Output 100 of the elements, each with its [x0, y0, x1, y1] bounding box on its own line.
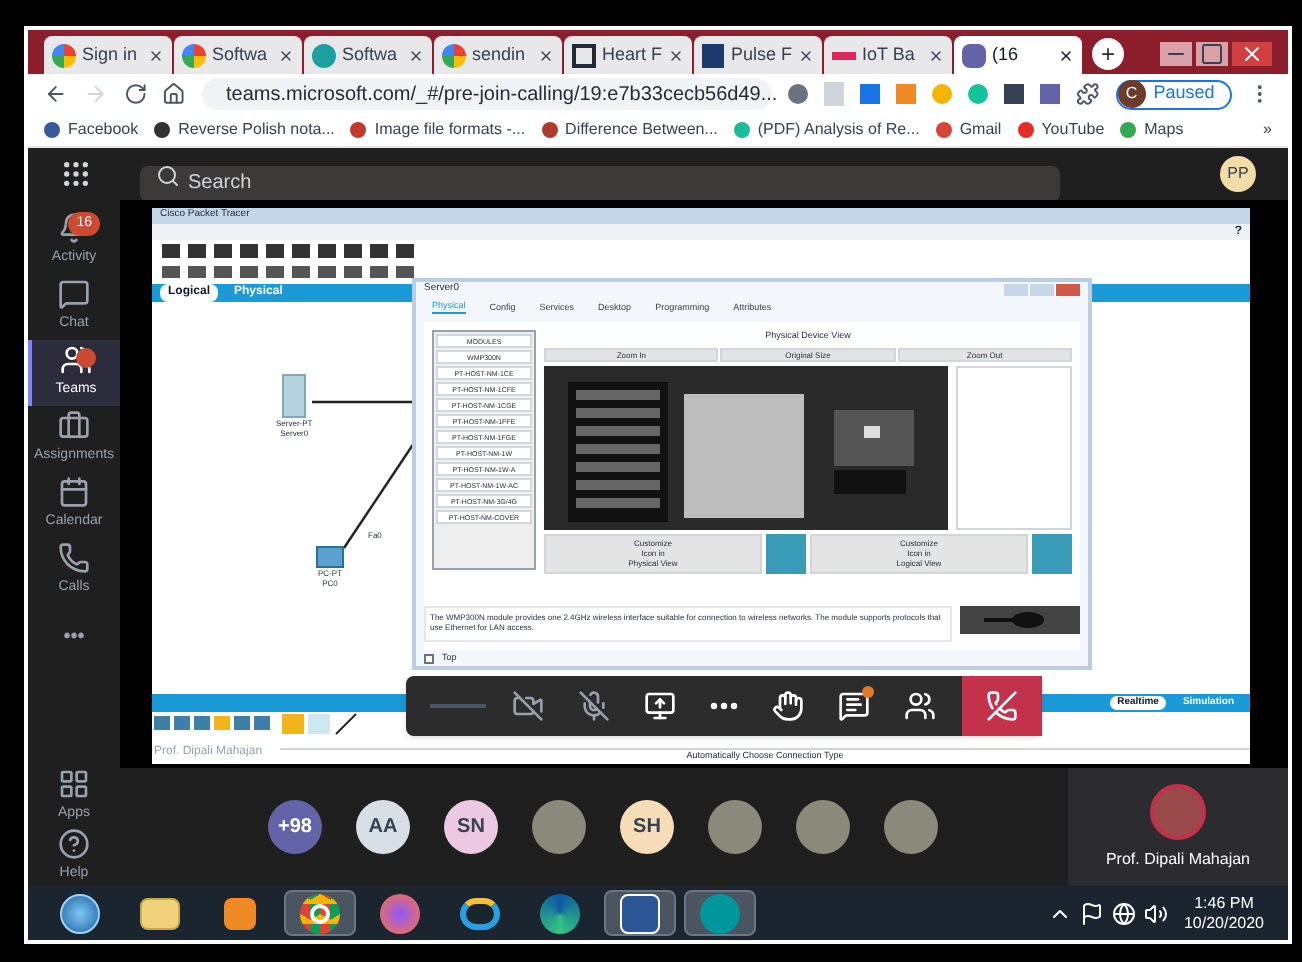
- calendar-icon: [58, 476, 90, 509]
- bookmark-link[interactable]: Difference Between...: [541, 118, 718, 142]
- new-tab-button[interactable]: +: [1092, 38, 1124, 70]
- search-icon: [156, 164, 180, 188]
- tab-title: Heart F: [601, 41, 662, 68]
- bookmark-link[interactable]: Reverse Polish nota...: [154, 118, 335, 142]
- participant-avatar[interactable]: SH: [620, 800, 674, 854]
- rail-item[interactable]: •••: [28, 604, 120, 670]
- pulse-icon: [832, 51, 856, 59]
- participant-avatar[interactable]: SN: [444, 800, 498, 854]
- document-icon: [620, 893, 660, 933]
- close-icon: [1232, 42, 1272, 66]
- icon-preview: [1032, 533, 1072, 574]
- hand-icon: [772, 690, 804, 722]
- frame-icon: [572, 43, 596, 67]
- tab-title: Softwa: [342, 41, 400, 68]
- profile-status: Paused: [1153, 80, 1215, 107]
- participant-photo-placeholder[interactable]: [532, 800, 586, 854]
- more-icon: [710, 702, 738, 710]
- app-launcher-icon: [60, 158, 92, 190]
- apps-icon: [58, 767, 90, 800]
- clock-date: 10/20/2020: [1183, 913, 1264, 933]
- checkbox[interactable]: [424, 653, 434, 663]
- browser-tab[interactable]: sendin: [434, 36, 562, 74]
- folder-icon: [140, 897, 180, 929]
- logo-icon: [702, 43, 725, 67]
- network-icon: [1111, 901, 1136, 925]
- phone-icon: [986, 690, 1018, 722]
- camera-off-icon: [512, 690, 544, 722]
- maximize-icon: [1196, 42, 1228, 66]
- profile-avatar: C: [1117, 80, 1146, 108]
- module-drawing: [960, 606, 1080, 634]
- taskbar-app[interactable]: [604, 890, 676, 936]
- participant-avatar[interactable]: AA: [356, 800, 410, 854]
- close-icon: [278, 47, 294, 63]
- window-buttons-drawing: [1004, 284, 1080, 296]
- participant-photo-placeholder[interactable]: [884, 800, 938, 854]
- flag-icon: [1079, 901, 1104, 925]
- browser-tab[interactable]: Heart F: [564, 36, 692, 74]
- participant-avatar[interactable]: +98: [268, 800, 322, 854]
- bookmark-link[interactable]: (PDF) Analysis of Re...: [733, 118, 920, 142]
- chrome-icon: [300, 893, 340, 933]
- profile-button[interactable]: C Paused: [1115, 79, 1233, 109]
- tab-title: Softwa: [212, 41, 270, 68]
- mic-off-icon: [578, 690, 610, 722]
- close-icon: [1058, 47, 1074, 63]
- server-icon[interactable]: [282, 374, 307, 418]
- speaker-icon: [1143, 901, 1168, 925]
- help-icon: [58, 827, 90, 860]
- bookmark-link[interactable]: Facebook: [44, 118, 139, 142]
- tab-title: Pulse F: [730, 41, 792, 68]
- google-icon: [442, 43, 466, 67]
- bookmark-link[interactable]: Maps: [1120, 118, 1184, 142]
- firefox-icon: [380, 893, 420, 933]
- reload-icon: [123, 80, 147, 108]
- close-icon: [408, 47, 424, 63]
- chat-icon: [838, 690, 870, 722]
- phone-icon: [58, 542, 90, 575]
- close-icon: [928, 47, 944, 63]
- close-icon: [538, 47, 554, 63]
- hang-up-button[interactable]: [962, 676, 1042, 736]
- google-icon: [182, 43, 206, 67]
- tab-title: Sign in: [82, 41, 140, 68]
- participant-photo-placeholder[interactable]: [796, 800, 850, 854]
- media-player-icon: [224, 897, 256, 929]
- presenter-name: Prof. Dipali Mahajan: [1105, 847, 1251, 871]
- tab-title: sendin: [472, 41, 528, 68]
- participant-photo-placeholder[interactable]: [708, 800, 762, 854]
- icon-preview: [766, 533, 806, 574]
- browser-tab[interactable]: Sign in: [44, 36, 172, 74]
- browser-tab[interactable]: Softwa: [174, 36, 302, 74]
- browser-tab[interactable]: Pulse F: [694, 36, 822, 74]
- more-bookmarks-button[interactable]: »: [1263, 118, 1272, 142]
- tab-title: (16: [992, 41, 1021, 68]
- browser-tab[interactable]: Softwa: [304, 36, 432, 74]
- bookmark-link[interactable]: Gmail: [935, 118, 1002, 142]
- user-avatar[interactable]: PP: [1220, 156, 1256, 192]
- tab-title: IoT Ba: [862, 41, 917, 68]
- clock-time: 1:46 PM: [1194, 893, 1254, 913]
- share-icon: [644, 690, 676, 722]
- teams-icon: [962, 43, 986, 67]
- url-field[interactable]: teams.microsoft.com/_#/pre-join-calling/19:e7b33cecb56d49...: [202, 78, 772, 110]
- minimize-icon: [1160, 42, 1192, 66]
- chat-icon: [58, 278, 90, 311]
- presenter-photo-placeholder: [1150, 783, 1206, 839]
- taskbar-app[interactable]: [284, 890, 356, 936]
- bookmark-link[interactable]: YouTube: [1017, 118, 1105, 142]
- close-icon: [668, 47, 684, 63]
- alert-badge: [76, 348, 96, 368]
- search-field[interactable]: Search: [140, 165, 1060, 201]
- home-icon: [162, 80, 186, 108]
- bookmark-link[interactable]: Image file formats -...: [350, 118, 526, 142]
- browser-tab[interactable]: (16: [954, 36, 1082, 74]
- browser-tab[interactable]: IoT Ba: [824, 36, 952, 74]
- forward-icon: [83, 80, 107, 108]
- close-icon: [148, 47, 164, 63]
- device-palette-drawing: [154, 714, 274, 732]
- browser-ring-icon: [460, 897, 500, 929]
- puzzle-icon: [1076, 80, 1100, 108]
- bag-icon: [58, 410, 90, 443]
